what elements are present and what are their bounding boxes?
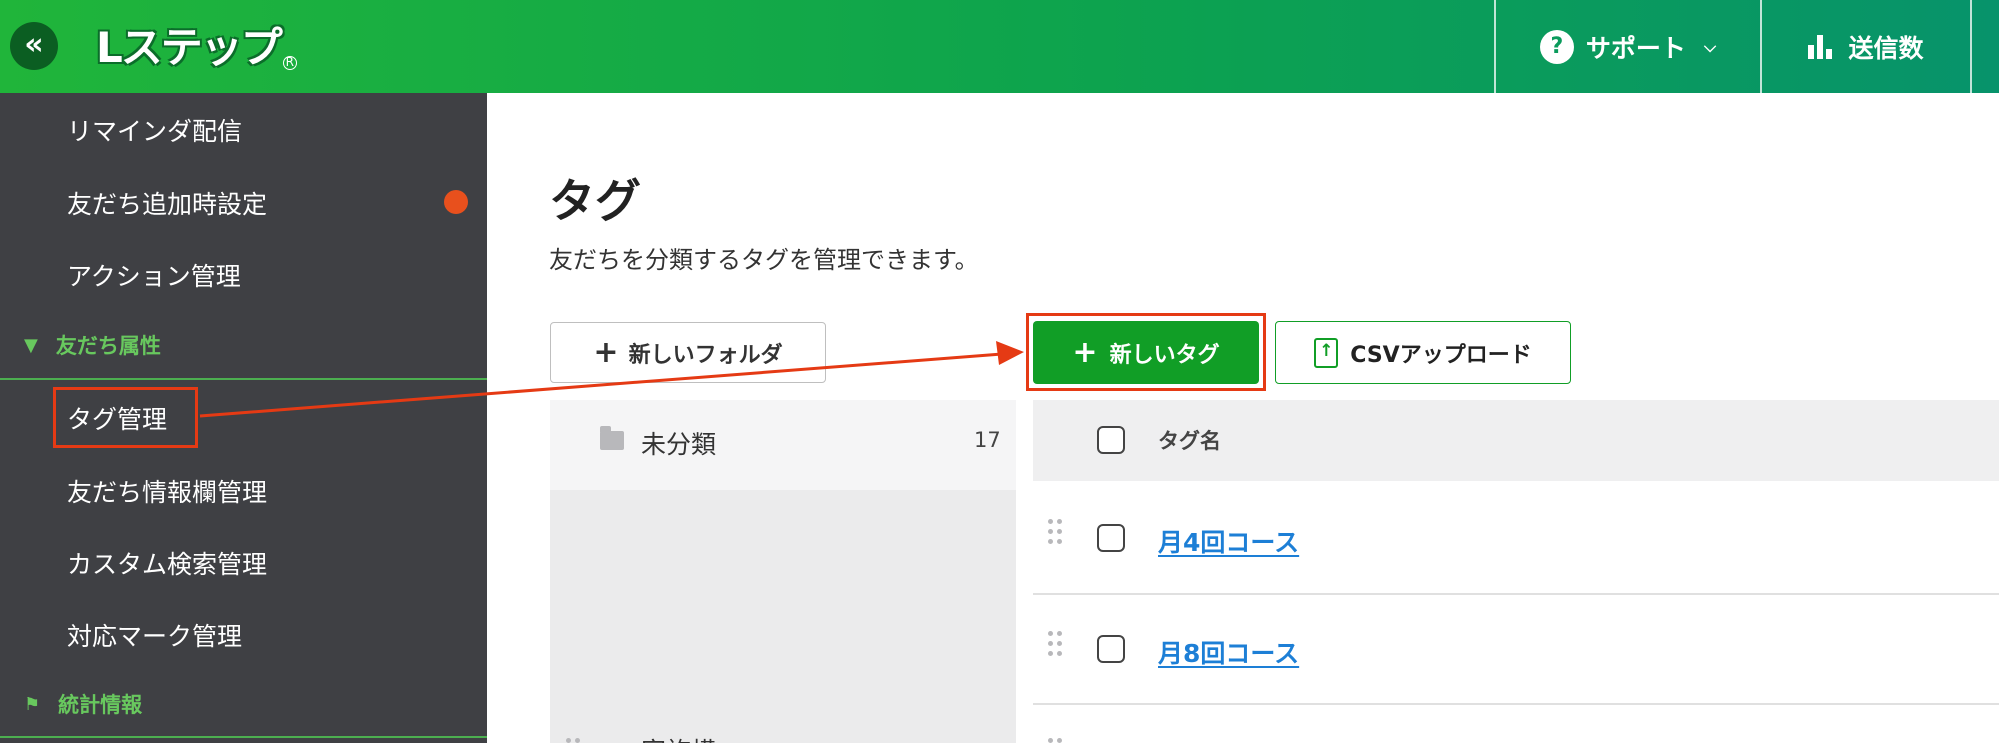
csv-upload-label: CSVアップロード [1350, 342, 1532, 368]
column-header-tag-name: タグ名 [1158, 429, 1221, 453]
page-description: 友だちを分類するタグを管理できます。 [549, 246, 979, 274]
new-folder-button[interactable]: + 新しいフォルダ [550, 322, 826, 383]
help-icon: ? [1539, 29, 1574, 64]
new-tag-button[interactable]: + 新しいタグ [1033, 321, 1259, 384]
section-label: 統計情報 [58, 693, 143, 717]
sidebar-section-statistics[interactable]: ⚑ 統計情報 [24, 689, 142, 719]
section-divider [0, 378, 487, 380]
plus-icon: + [593, 334, 619, 370]
csv-upload-button[interactable]: CSVアップロード [1275, 321, 1571, 384]
bar-chart-icon [1808, 34, 1833, 59]
select-all-checkbox[interactable] [1097, 426, 1125, 454]
row-checkbox[interactable] [1097, 635, 1125, 663]
highlight-box-tag-manage [53, 387, 198, 448]
header-divider [1970, 0, 1972, 93]
plus-icon: + [1072, 334, 1098, 370]
sidebar-item-friend-add-settings[interactable]: 友だち追加時設定 [67, 185, 267, 221]
lstep-logo[interactable]: Lステップ R [96, 14, 297, 74]
flag-icon: ⚑ [24, 693, 41, 715]
row-divider [1033, 593, 1999, 595]
drag-handle-icon[interactable] [1048, 519, 1064, 545]
sidebar-item-response-mark-manage[interactable]: 対応マーク管理 [67, 617, 242, 653]
collapse-sidebar-button[interactable]: « [10, 22, 58, 70]
notification-dot [444, 190, 468, 214]
tag-name-link[interactable]: 月4回コース [1158, 523, 1299, 559]
chevron-down-icon: ⌵ [1703, 36, 1717, 56]
top-header: « Lステップ R ? サポート ⌵ 送信数 [0, 0, 1999, 93]
sidebar-section-friend-attributes[interactable]: ▼ 友だち属性 [24, 330, 161, 360]
logo-text: Lステップ [96, 23, 283, 72]
sidebar-item-friend-info-manage[interactable]: 友だち情報欄管理 [67, 473, 267, 509]
tag-name-link[interactable]: 月8回コース [1158, 634, 1299, 670]
sidebar-item-action-manage[interactable]: アクション管理 [67, 257, 241, 293]
drag-handle-icon[interactable] [1048, 738, 1064, 743]
send-count-label: 送信数 [1848, 33, 1924, 63]
sidebar-item-reminder[interactable]: リマインダ配信 [67, 112, 242, 148]
row-checkbox[interactable] [1097, 524, 1125, 552]
folder-count: 17 [974, 428, 1001, 452]
section-divider [0, 736, 487, 738]
folder-item-partial[interactable]: 家族構 [641, 732, 716, 743]
funnel-icon: ▼ [24, 334, 38, 356]
new-folder-label: 新しいフォルダ [628, 342, 783, 368]
section-label: 友だち属性 [55, 334, 161, 358]
file-upload-icon [1314, 337, 1339, 368]
folder-label: 未分類 [641, 430, 717, 459]
folder-icon [600, 426, 624, 450]
sidebar-item-custom-search-manage[interactable]: カスタム検索管理 [67, 545, 267, 581]
new-tag-label: 新しいタグ [1109, 342, 1220, 368]
drag-handle-icon[interactable] [1048, 631, 1064, 657]
support-label: サポート [1585, 33, 1686, 63]
drag-handle-icon[interactable] [566, 738, 582, 743]
support-menu-button[interactable]: ? サポート ⌵ [1496, 0, 1760, 93]
row-divider [1033, 703, 1999, 705]
send-count-button[interactable]: 送信数 [1762, 0, 1970, 93]
registered-mark: R [282, 56, 297, 70]
page-title: タグ [549, 174, 641, 228]
